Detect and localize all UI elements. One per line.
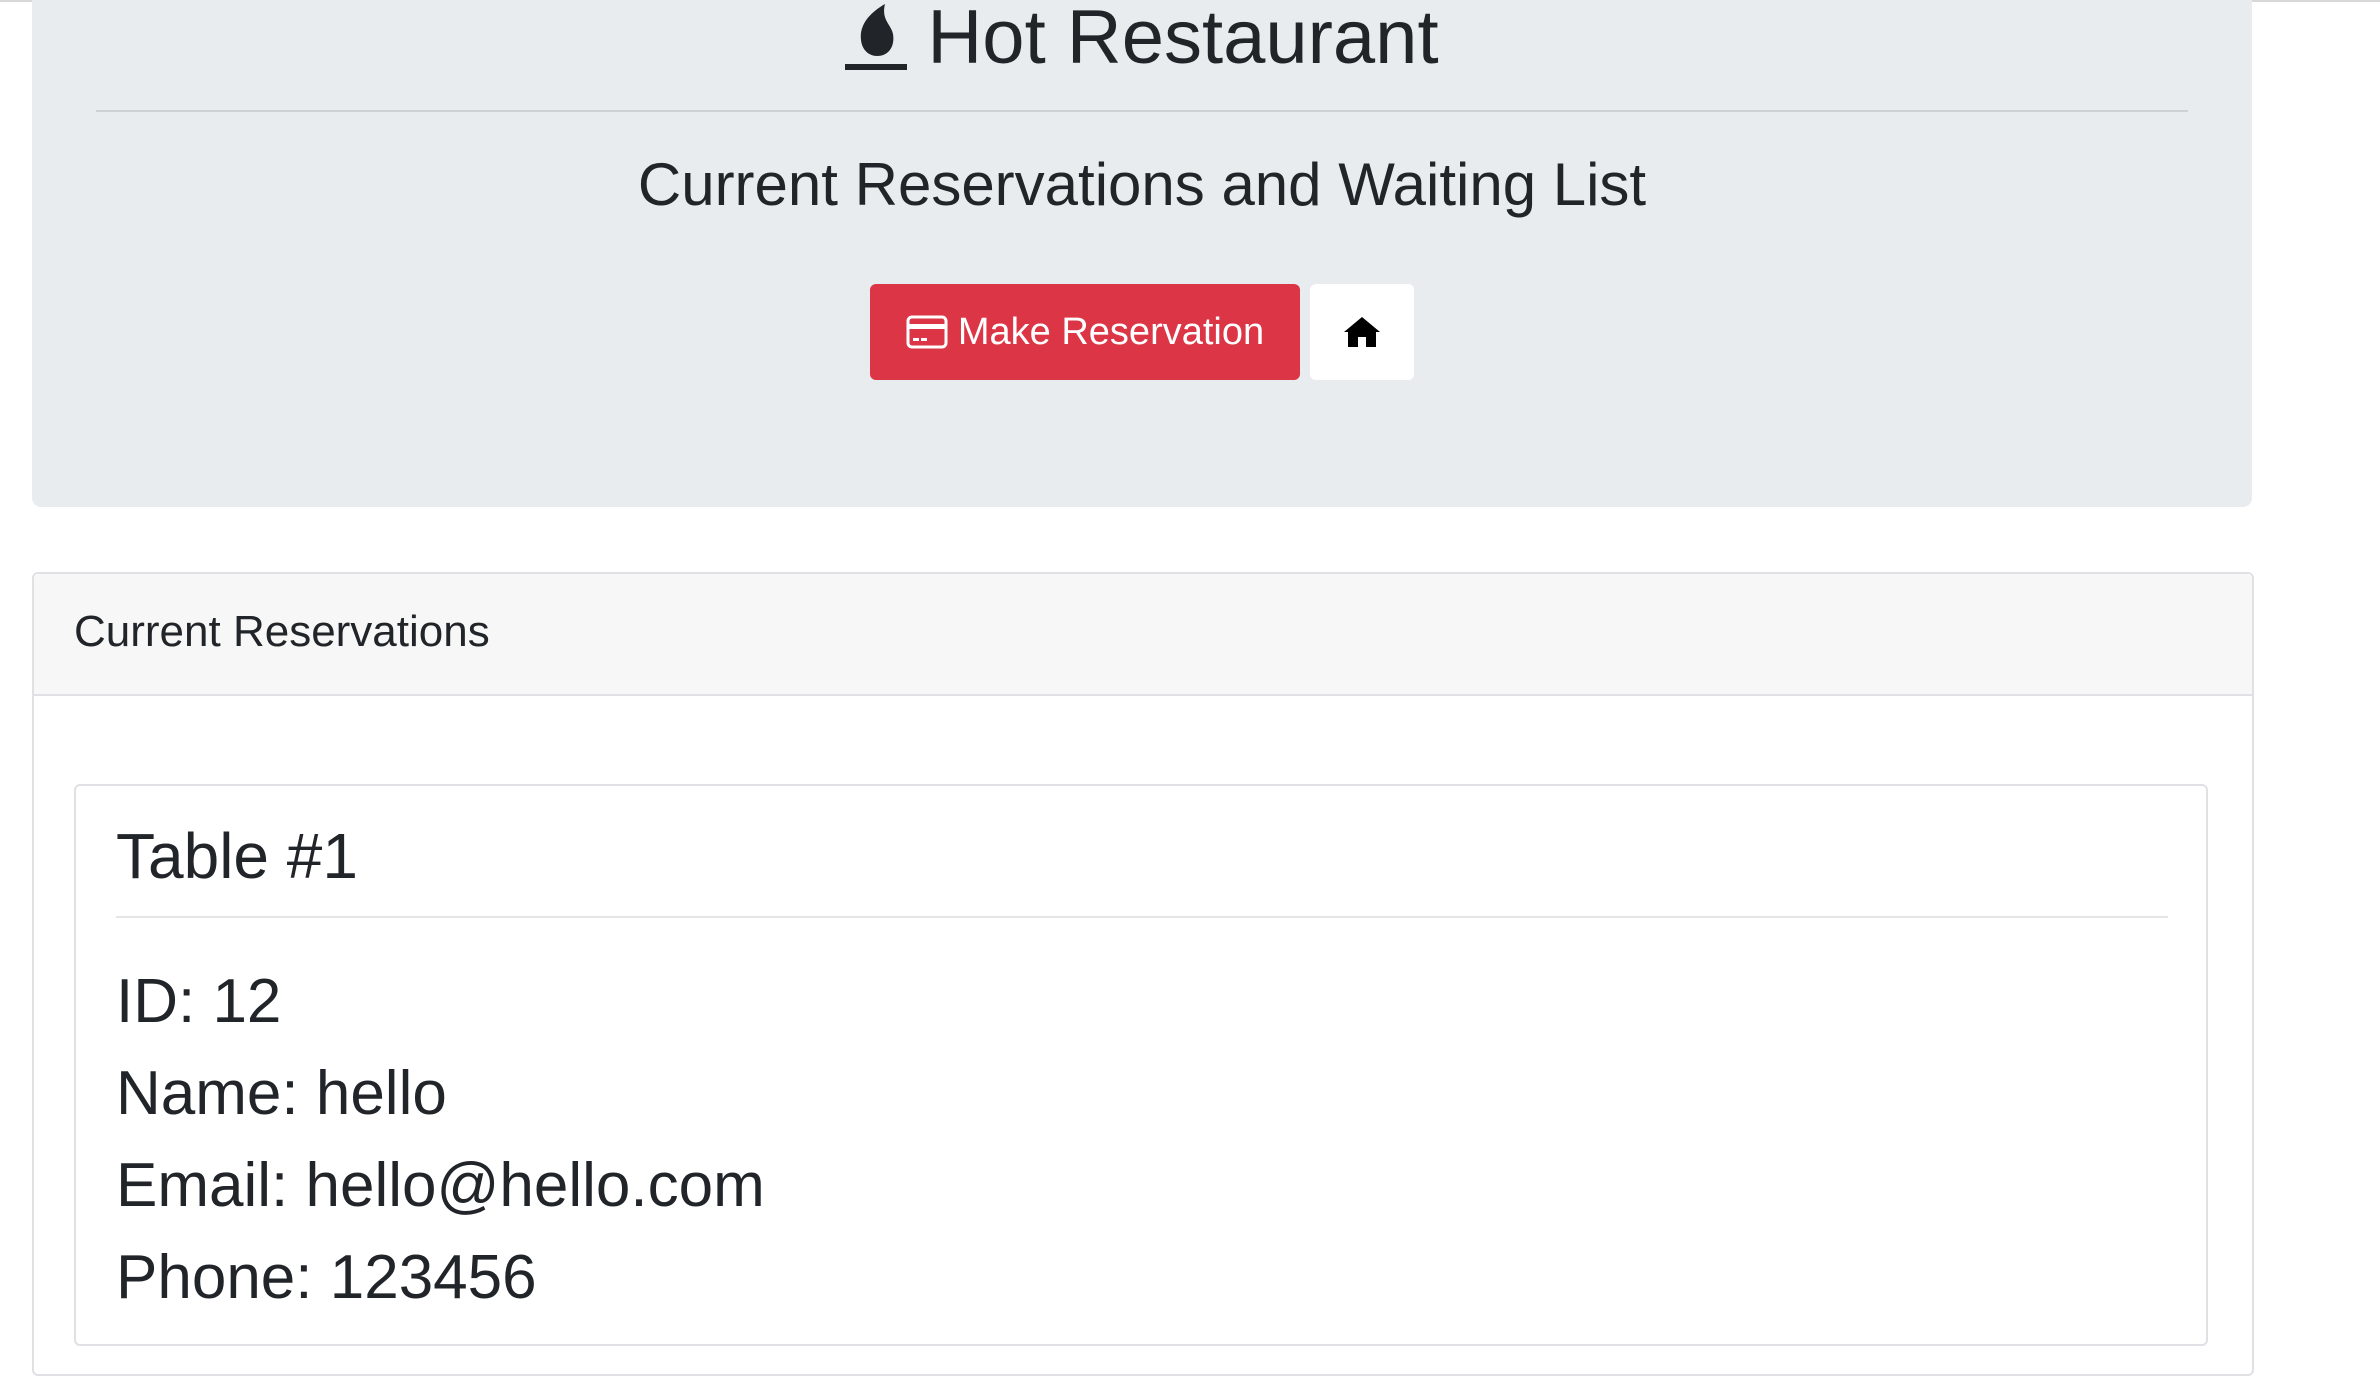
- jumbotron-header: Hot Restaurant Current Reservations and …: [32, 0, 2252, 507]
- reservation-details: ID: 12 Name: hello Email: hello@hello.co…: [116, 956, 765, 1324]
- current-reservations-header: Current Reservations: [34, 574, 2252, 696]
- reservation-email: Email: hello@hello.com: [116, 1151, 765, 1220]
- make-reservation-label: Make Reservation: [957, 310, 1265, 353]
- table-title: Table #1: [116, 820, 358, 892]
- home-icon: [1342, 315, 1382, 349]
- header-divider: [96, 110, 2188, 112]
- page-subtitle: Current Reservations and Waiting List: [637, 151, 1647, 218]
- home-button[interactable]: [1310, 284, 1414, 380]
- reservation-table-card: Table #1 ID: 12 Name: hello Email: hello…: [74, 784, 2208, 1346]
- reservation-name: Name: hello: [116, 1059, 447, 1128]
- reservation-id: ID: 12: [116, 967, 282, 1036]
- table-divider: [116, 916, 2168, 918]
- current-reservations-card: Current Reservations Table #1 ID: 12 Nam…: [32, 572, 2254, 1376]
- fire-icon: [845, 2, 908, 74]
- action-buttons: Make Reservation: [32, 284, 2252, 380]
- current-reservations-heading: Current Reservations: [74, 607, 490, 656]
- credit-card-icon: [906, 315, 948, 349]
- reservation-phone: Phone: 123456: [116, 1243, 537, 1312]
- make-reservation-button[interactable]: Make Reservation: [870, 284, 1300, 380]
- brand-title: Hot Restaurant: [927, 0, 1439, 80]
- brand-heading: Hot Restaurant: [32, 0, 2252, 76]
